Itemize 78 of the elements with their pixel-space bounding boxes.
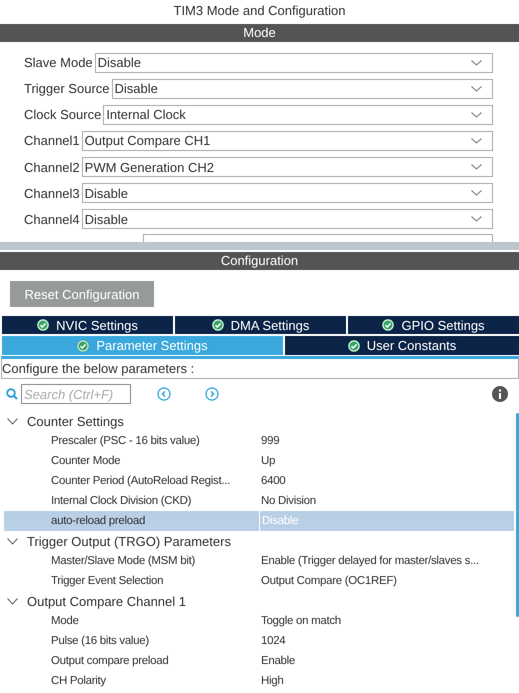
chevron-down-icon [471, 138, 482, 144]
dropdown[interactable]: Disable [82, 183, 493, 204]
chevron-down-icon[interactable] [7, 538, 18, 544]
parameter-row[interactable]: Pulse (16 bits value) 1024 [4, 631, 514, 651]
parameter-name: Mode [50, 615, 80, 627]
parameter-name: Master/Slave Mode (MSM bit) [50, 555, 196, 567]
info-icon[interactable] [492, 386, 508, 402]
field-label: Channel2 [24, 160, 80, 175]
parameter-value[interactable]: Up [259, 451, 514, 471]
parameter-value[interactable]: Enable [259, 651, 514, 671]
check-circle-icon [348, 340, 360, 352]
chevron-down-icon [471, 60, 482, 66]
previous-icon[interactable] [157, 387, 171, 401]
parameter-name: Output compare preload [50, 655, 170, 667]
search-field[interactable]: Search (Ctrl+F) [21, 384, 131, 404]
check-circle-icon [382, 319, 394, 331]
next-icon[interactable] [205, 387, 219, 401]
parameter-value[interactable]: 999 [259, 431, 514, 451]
group-label[interactable]: Output Compare Channel 1 [27, 594, 186, 608]
parameter-name: Counter Mode [50, 455, 122, 467]
tab[interactable]: DMA Settings [175, 316, 346, 334]
check-circle-icon [212, 319, 224, 331]
chevron-down-icon[interactable] [7, 598, 18, 604]
parameter-row[interactable]: Output compare preload Enable [4, 651, 514, 671]
parameter-name: Internal Clock Division (CKD) [50, 495, 192, 507]
check-circle-icon [37, 319, 50, 331]
field-label: Channel3 [24, 186, 80, 201]
chevron-down-icon [471, 190, 482, 196]
parameter-row[interactable]: CH Polarity High [4, 671, 514, 691]
parameter-name: Prescaler (PSC - 16 bits value) [50, 435, 201, 447]
parameter-value[interactable]: High [259, 671, 514, 691]
parameter-row[interactable]: Counter Period (AutoReload Regist... 6400 [4, 471, 514, 491]
group-label[interactable]: Counter Settings [27, 414, 124, 428]
chevron-down-icon [471, 164, 482, 170]
window-title: TIM3 Mode and Configuration [172, 2, 346, 20]
parameter-name: Pulse (16 bits value) [50, 635, 150, 647]
check-circle-icon [77, 340, 90, 352]
parameter-row[interactable]: Internal Clock Division (CKD) No Division [4, 491, 514, 511]
chevron-down-icon [471, 86, 482, 92]
parameter-row[interactable]: Master/Slave Mode (MSM bit) Enable (Trigger delayed for master/slaves s... [4, 551, 514, 571]
section-header: Mode [0, 24, 519, 42]
group-label[interactable]: Trigger Output (TRGO) Parameters [27, 534, 231, 548]
tab[interactable]: NVIC Settings [2, 316, 173, 334]
instruction-text: Configure the below parameters : [1, 356, 519, 379]
parameter-value[interactable]: No Division [259, 491, 514, 511]
parameter-row[interactable]: Prescaler (PSC - 16 bits value) 999 [4, 431, 514, 451]
parameter-value[interactable]: 6400 [259, 471, 514, 491]
chevron-down-icon [471, 112, 482, 118]
dropdown[interactable]: PWM Generation CH2 [82, 157, 493, 178]
chevron-down-icon[interactable] [7, 418, 18, 424]
parameter-value[interactable]: Enable (Trigger delayed for master/slaves s... [259, 551, 514, 571]
tab[interactable]: User Constants [285, 336, 519, 355]
parameter-value[interactable]: 1024 [259, 631, 514, 651]
dropdown[interactable]: Output Compare CH1 [82, 130, 493, 151]
field-label: Trigger Source [24, 81, 110, 96]
parameter-name: Counter Period (AutoReload Regist... [50, 475, 232, 487]
field-label: Channel4 [24, 212, 80, 227]
dropdown[interactable]: Disable [82, 209, 493, 230]
search-icon [6, 388, 18, 400]
parameter-row[interactable]: Counter Mode Up [4, 451, 514, 471]
dropdown[interactable]: Disable [94, 52, 493, 73]
chevron-down-icon [471, 216, 482, 222]
parameter-name: auto-reload preload [50, 515, 146, 527]
dropdown[interactable]: Internal Clock [103, 104, 493, 125]
selected-row[interactable]: auto-reload preload Disable [4, 511, 514, 531]
parameter-value[interactable]: Toggle on match [259, 611, 514, 631]
tab[interactable]: GPIO Settings [348, 316, 519, 334]
parameter-value[interactable]: Output Compare (OC1REF) [259, 571, 514, 591]
field-label: Slave Mode [24, 55, 93, 70]
section-header: Configuration [0, 252, 519, 270]
field-label: Channel1 [24, 133, 80, 148]
parameter-row[interactable]: Trigger Event Selection Output Compare (OC1REF) [4, 571, 514, 591]
parameter-name: CH Polarity [50, 675, 107, 687]
dropdown[interactable]: Disable [112, 78, 493, 99]
parameter-name: Trigger Event Selection [50, 575, 164, 587]
parameter-row[interactable]: Mode Toggle on match [4, 611, 514, 631]
scrollbar-thumb[interactable] [516, 413, 519, 617]
field-label: Clock Source [24, 107, 102, 122]
